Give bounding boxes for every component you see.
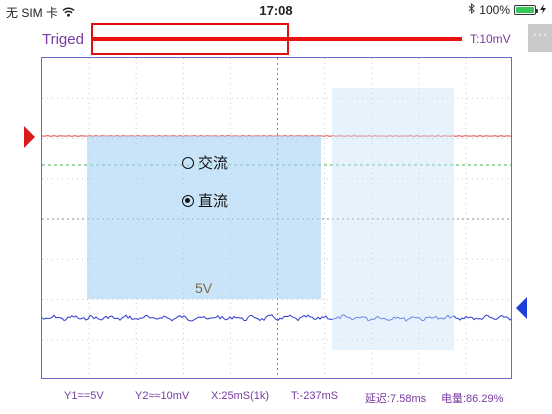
t-readout[interactable]: T:-237mS (291, 390, 338, 402)
delay-readout: 延迟:7.58ms (365, 393, 427, 405)
battery-percent: 100% (479, 3, 510, 17)
voltage-scale-label[interactable]: 5V (195, 280, 212, 296)
status-bar: 无 SIM 卡 17:08 100% (0, 0, 552, 22)
readout-bar: Y1==5V Y2≈≈10mV X:25mS(1k) T:-237mS 延迟:7… (0, 390, 552, 406)
dc-coupling-option[interactable]: 直流 (182, 190, 228, 211)
trigger-level: T:10mV (470, 32, 511, 46)
ac-coupling-label: 交流 (198, 155, 229, 172)
status-right: 100% (468, 2, 546, 17)
battery-fill (516, 7, 534, 13)
more-button[interactable]: ··· (528, 24, 552, 52)
bluetooth-icon (468, 2, 476, 17)
ch2-level-marker[interactable] (516, 297, 527, 319)
trigger-status: Triged (42, 31, 84, 48)
y1-readout[interactable]: Y1==5V (64, 390, 104, 402)
ac-coupling-option[interactable]: 交流 (182, 152, 228, 173)
battery-icon (514, 5, 538, 15)
radio-on-icon (182, 194, 194, 207)
x-readout[interactable]: X:25mS(1k) (211, 390, 269, 402)
side-overlay-panel (332, 88, 454, 350)
charging-icon (540, 3, 546, 17)
view-window-indicator[interactable] (91, 23, 289, 55)
battery-readout: 电量:86.29% (441, 393, 504, 405)
ch1-level-marker[interactable] (24, 126, 35, 148)
y2-readout[interactable]: Y2≈≈10mV (135, 390, 189, 402)
dc-coupling-label: 直流 (198, 193, 229, 210)
radio-off-icon (182, 156, 194, 169)
